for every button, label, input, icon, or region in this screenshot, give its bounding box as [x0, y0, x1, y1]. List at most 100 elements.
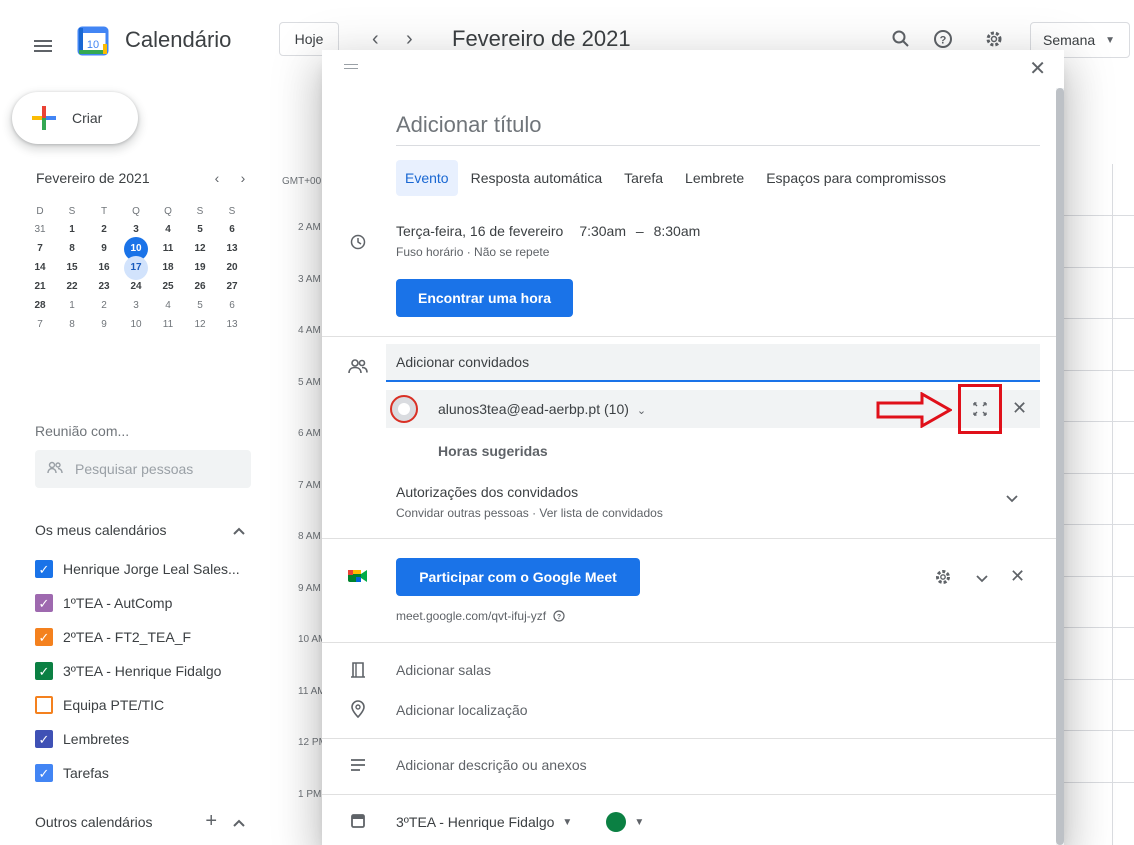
calendar-list-item[interactable]: ✓ 2ºTEA - FT2_TEA_F: [35, 628, 191, 646]
tab-reminder[interactable]: Lembrete: [676, 160, 753, 196]
guest-group[interactable]: alunos3tea@ead-aerbp.pt (10) ⌄: [438, 401, 646, 417]
chevron-up-icon[interactable]: [233, 814, 245, 830]
meet-url[interactable]: meet.google.com/qvt-ifuj-yzf: [396, 609, 546, 623]
calendar-list-item[interactable]: ✓ Lembretes: [35, 730, 129, 748]
mini-calendar-day[interactable]: 31: [24, 220, 56, 239]
mini-calendar-day[interactable]: 23: [88, 277, 120, 296]
calendar-checkbox[interactable]: ✓: [35, 628, 53, 646]
event-title-input[interactable]: Adicionar título: [396, 110, 1040, 146]
calendar-checkbox[interactable]: ✓: [35, 730, 53, 748]
calendar-checkbox[interactable]: [35, 696, 53, 714]
add-description[interactable]: Adicionar descrição ou anexos: [396, 757, 587, 773]
help-icon[interactable]: ?: [553, 609, 566, 623]
calendar-list-item[interactable]: Equipa PTE/TIC: [35, 696, 164, 714]
create-button[interactable]: Criar: [12, 92, 138, 144]
mini-calendar-day[interactable]: 15: [56, 258, 88, 277]
remove-meet-button[interactable]: ✕: [1010, 566, 1025, 587]
mini-calendar-day[interactable]: 5: [184, 296, 216, 315]
mini-calendar-day[interactable]: 17: [120, 256, 152, 280]
mini-calendar-day[interactable]: 2: [88, 220, 120, 239]
mini-calendar-day[interactable]: 11: [152, 239, 184, 258]
mini-calendar-day[interactable]: 16: [88, 258, 120, 277]
mini-calendar-day[interactable]: 10: [120, 315, 152, 334]
mini-calendar-day[interactable]: 6: [216, 296, 248, 315]
mini-calendar-day[interactable]: 26: [184, 277, 216, 296]
mini-calendar-day[interactable]: 6: [216, 220, 248, 239]
mini-calendar-day[interactable]: 28: [24, 296, 56, 315]
calendar-checkbox[interactable]: ✓: [35, 662, 53, 680]
mini-calendar-day[interactable]: 8: [56, 315, 88, 334]
search-icon[interactable]: [890, 28, 912, 50]
add-guests-input[interactable]: Adicionar convidados: [386, 344, 1040, 382]
calendar-list-item[interactable]: ✓ Henrique Jorge Leal Sales...: [35, 560, 240, 578]
mini-calendar-day[interactable]: 20: [216, 258, 248, 277]
event-date[interactable]: Terça-feira, 16 de fevereiro: [396, 223, 563, 239]
mini-calendar-day[interactable]: 3: [120, 296, 152, 315]
event-date-time[interactable]: Terça-feira, 16 de fevereiro 7:30am – 8:3…: [396, 223, 700, 239]
mini-calendar-day[interactable]: 9: [88, 315, 120, 334]
tab-auto-reply[interactable]: Resposta automática: [462, 160, 612, 196]
mini-calendar-day[interactable]: 24: [120, 277, 152, 296]
settings-gear-icon[interactable]: [983, 28, 1005, 50]
mini-calendar-day[interactable]: 25: [152, 277, 184, 296]
help-icon[interactable]: ?: [932, 28, 954, 50]
mini-calendar-day[interactable]: 19: [184, 258, 216, 277]
prev-week-button[interactable]: ‹: [372, 28, 379, 51]
mini-calendar-day[interactable]: 21: [24, 277, 56, 296]
mini-calendar-day[interactable]: 13: [216, 239, 248, 258]
event-color-dot[interactable]: [606, 812, 627, 832]
close-dialog-button[interactable]: ✕: [1029, 56, 1046, 81]
expand-group-button[interactable]: [958, 384, 1002, 434]
mini-calendar-day[interactable]: 7: [24, 315, 56, 334]
add-rooms[interactable]: Adicionar salas: [396, 662, 491, 678]
event-end-time[interactable]: 8:30am: [654, 223, 701, 239]
chevron-down-icon[interactable]: [1006, 490, 1018, 506]
drag-handle-icon[interactable]: [344, 64, 358, 72]
mini-calendar-day[interactable]: 12: [184, 315, 216, 334]
search-people-input[interactable]: Pesquisar pessoas: [35, 450, 251, 488]
meet-settings-gear-icon[interactable]: [934, 568, 952, 591]
calendar-checkbox[interactable]: ✓: [35, 560, 53, 578]
dropdown-caret-icon[interactable]: ▼: [634, 817, 644, 828]
mini-calendar-day[interactable]: 11: [152, 315, 184, 334]
mini-calendar-day[interactable]: 5: [184, 220, 216, 239]
mini-calendar-day[interactable]: 18: [152, 258, 184, 277]
mini-calendar-day[interactable]: 2: [88, 296, 120, 315]
my-calendars-header[interactable]: Os meus calendários: [35, 522, 245, 538]
main-menu-icon[interactable]: [34, 40, 52, 52]
tab-appointment-slots[interactable]: Espaços para compromissos: [757, 160, 955, 196]
suggested-hours-link[interactable]: Horas sugeridas: [438, 443, 548, 459]
chevron-up-icon[interactable]: [233, 522, 245, 538]
calendar-list-item[interactable]: ✓ 1ºTEA - AutComp: [35, 594, 172, 612]
calendar-selector[interactable]: 3ºTEA - Henrique Fidalgo ▼ ▼: [396, 812, 644, 832]
event-start-time[interactable]: 7:30am: [579, 223, 626, 239]
calendar-list-item[interactable]: ✓ 3ºTEA - Henrique Fidalgo: [35, 662, 221, 680]
mini-calendar-next[interactable]: ›: [230, 170, 256, 186]
mini-calendar-day[interactable]: 1: [56, 296, 88, 315]
mini-calendar-day[interactable]: 4: [152, 296, 184, 315]
mini-calendar-day[interactable]: 12: [184, 239, 216, 258]
mini-calendar-prev[interactable]: ‹: [204, 170, 230, 186]
mini-calendar-day[interactable]: 1: [56, 220, 88, 239]
remove-guest-button[interactable]: ✕: [1012, 398, 1027, 419]
tab-event[interactable]: Evento: [396, 160, 458, 196]
timezone-repeat-info[interactable]: Fuso horário · Não se repete: [396, 245, 549, 259]
other-calendars-header[interactable]: Outros calendários +: [35, 810, 245, 833]
find-time-button[interactable]: Encontrar uma hora: [396, 279, 573, 317]
mini-calendar-day[interactable]: 7: [24, 239, 56, 258]
chevron-down-icon[interactable]: ⌄: [637, 405, 646, 417]
calendar-list-item[interactable]: ✓ Tarefas: [35, 764, 109, 782]
join-google-meet-button[interactable]: Participar com o Google Meet: [396, 558, 640, 596]
calendar-checkbox[interactable]: ✓: [35, 594, 53, 612]
add-calendar-plus-icon[interactable]: +: [205, 810, 217, 833]
add-location[interactable]: Adicionar localização: [396, 702, 528, 718]
tab-task[interactable]: Tarefa: [615, 160, 672, 196]
mini-calendar-day[interactable]: 4: [152, 220, 184, 239]
mini-calendar-day[interactable]: 22: [56, 277, 88, 296]
meet-link[interactable]: meet.google.com/qvt-ifuj-yzf ?: [396, 609, 566, 623]
dialog-scrollbar[interactable]: [1056, 88, 1064, 845]
mini-calendar-day[interactable]: 14: [24, 258, 56, 277]
next-week-button[interactable]: ›: [406, 28, 413, 51]
mini-calendar-day[interactable]: 9: [88, 239, 120, 258]
mini-calendar-day[interactable]: 27: [216, 277, 248, 296]
